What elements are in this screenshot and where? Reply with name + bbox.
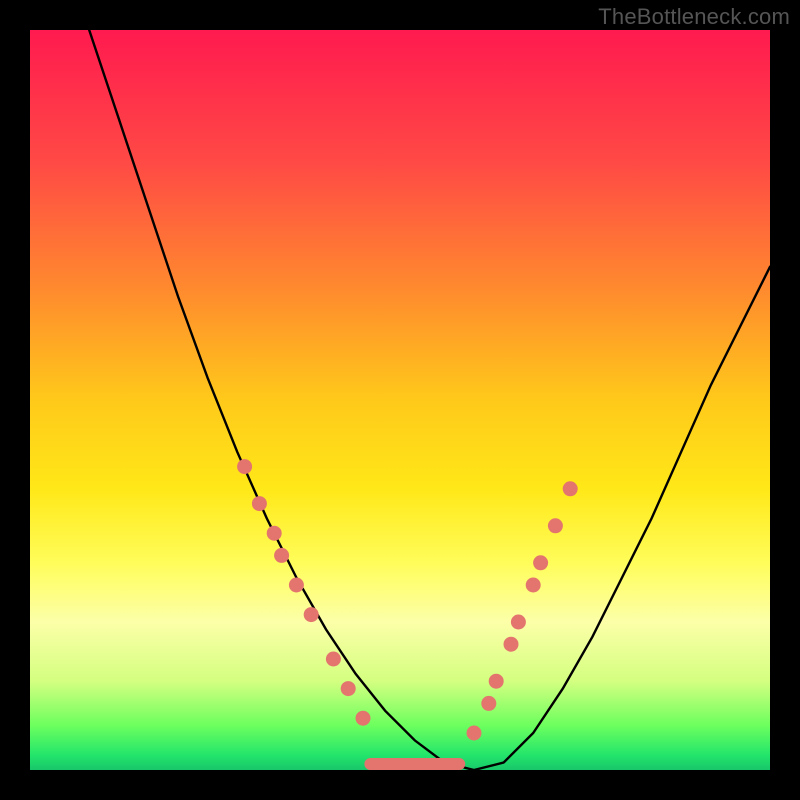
- marker-dot: [326, 652, 341, 667]
- marker-dot: [511, 615, 526, 630]
- watermark-text: TheBottleneck.com: [598, 4, 790, 30]
- marker-dot: [267, 526, 282, 541]
- marker-dot: [481, 696, 496, 711]
- marker-dot: [304, 607, 319, 622]
- plot-area: [30, 30, 770, 770]
- marker-dot: [237, 459, 252, 474]
- chart-svg: [30, 30, 770, 770]
- marker-dot: [563, 481, 578, 496]
- marker-dot: [252, 496, 267, 511]
- marker-dot: [504, 637, 519, 652]
- marker-dot: [533, 555, 548, 570]
- chart-stage: TheBottleneck.com: [0, 0, 800, 800]
- marker-dot: [467, 726, 482, 741]
- marker-dot: [489, 674, 504, 689]
- marker-dot: [526, 578, 541, 593]
- bottleneck-curve: [89, 30, 770, 770]
- marker-dot: [341, 681, 356, 696]
- marker-dot: [289, 578, 304, 593]
- markers-right: [467, 481, 578, 740]
- marker-dot: [356, 711, 371, 726]
- marker-dot: [274, 548, 289, 563]
- marker-dot: [548, 518, 563, 533]
